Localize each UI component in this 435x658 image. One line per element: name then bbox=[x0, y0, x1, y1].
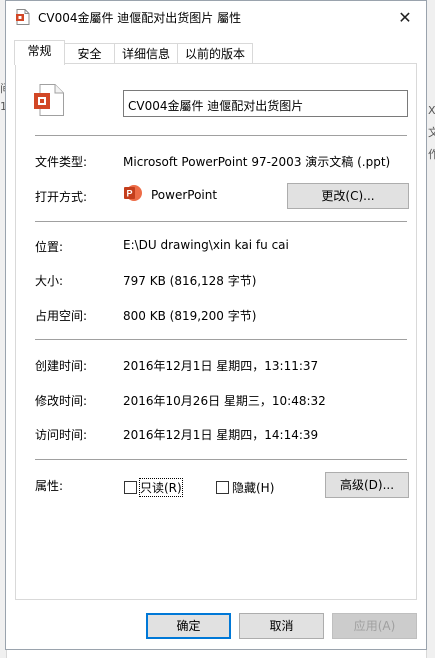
size-on-disk-value: 800 KB (819,200 字节) bbox=[123, 309, 257, 323]
ok-button[interactable]: 确定 bbox=[146, 613, 231, 639]
file-name-field[interactable]: CV004金屬件 迪偃配对出货图片 bbox=[123, 90, 408, 117]
modified-value: 2016年10月26日 星期三，10:48:32 bbox=[123, 394, 326, 408]
cancel-button[interactable]: 取消 bbox=[239, 613, 324, 639]
size-on-disk-label: 占用空间: bbox=[35, 309, 88, 323]
divider bbox=[35, 459, 407, 460]
window-title: CV004金屬件 迪偃配对出货图片 屬性 bbox=[38, 11, 242, 25]
tab-security[interactable]: 安全 bbox=[64, 43, 115, 64]
location-value: E:\DU drawing\xin kai fu cai bbox=[123, 238, 289, 252]
hidden-label[interactable]: 隐藏(H) bbox=[232, 479, 274, 496]
size-label: 大小: bbox=[35, 274, 64, 288]
modified-label: 修改时间: bbox=[35, 394, 88, 408]
accessed-label: 访问时间: bbox=[35, 428, 88, 442]
change-button[interactable]: 更改(C)... bbox=[287, 183, 409, 209]
readonly-label[interactable]: 只读(R) bbox=[139, 478, 183, 497]
advanced-button[interactable]: 高级(D)... bbox=[325, 472, 409, 498]
accessed-value: 2016年12月1日 星期四，14:14:39 bbox=[123, 428, 319, 442]
attributes-label: 属性: bbox=[35, 479, 64, 493]
svg-text:P: P bbox=[126, 189, 132, 199]
created-label: 创建时间: bbox=[35, 359, 88, 373]
opens-with-label: 打开方式: bbox=[35, 190, 88, 204]
background-window-right bbox=[426, 0, 435, 658]
created-value: 2016年12月1日 星期四，13:11:37 bbox=[123, 359, 319, 373]
ppt-file-icon bbox=[34, 84, 64, 119]
background-fragment: X bbox=[428, 104, 435, 117]
tab-general[interactable]: 常规 bbox=[14, 40, 65, 65]
tab-details[interactable]: 详细信息 bbox=[114, 43, 178, 64]
powerpoint-app-icon: P bbox=[123, 183, 143, 206]
general-panel: CV004金屬件 迪偃配对出货图片 文件类型: Microsoft PowerP… bbox=[15, 63, 417, 600]
hidden-checkbox[interactable] bbox=[216, 481, 229, 494]
location-label: 位置: bbox=[35, 240, 64, 254]
divider bbox=[35, 221, 407, 222]
properties-dialog: CV004金屬件 迪偃配对出货图片 屬性 ✕ 常规 安全 详细信息 以前的版本 … bbox=[5, 0, 427, 650]
ppt-file-icon bbox=[16, 9, 30, 25]
divider bbox=[35, 135, 407, 136]
divider bbox=[35, 339, 407, 340]
size-value: 797 KB (816,128 字节) bbox=[123, 274, 257, 288]
close-button[interactable]: ✕ bbox=[384, 1, 426, 33]
opens-with-app: PowerPoint bbox=[151, 188, 218, 202]
title-bar[interactable]: CV004金屬件 迪偃配对出货图片 屬性 ✕ bbox=[6, 1, 426, 33]
tab-previous-versions[interactable]: 以前的版本 bbox=[177, 43, 253, 64]
file-type-value: Microsoft PowerPoint 97-2003 演示文稿 (.ppt) bbox=[123, 155, 391, 169]
background-fragment: 文 bbox=[428, 126, 435, 139]
apply-button[interactable]: 应用(A) bbox=[332, 613, 417, 639]
readonly-checkbox[interactable] bbox=[124, 481, 137, 494]
file-type-label: 文件类型: bbox=[35, 155, 88, 169]
background-fragment: 作 bbox=[428, 148, 435, 161]
close-icon: ✕ bbox=[398, 7, 412, 27]
